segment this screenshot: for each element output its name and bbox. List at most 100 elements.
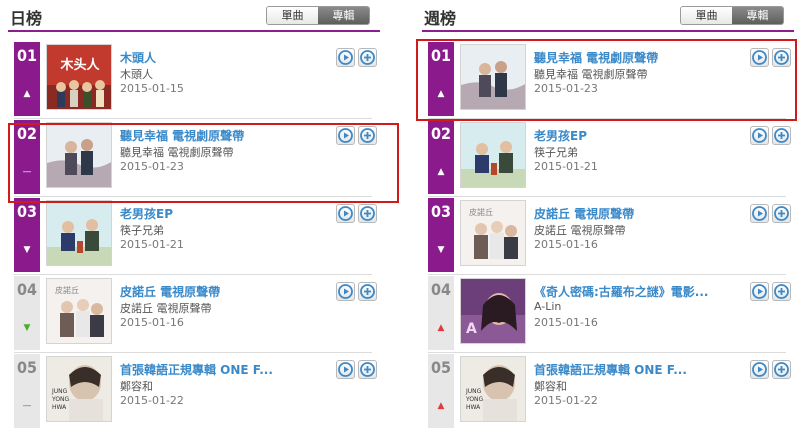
chart-row: 04 ▼ 皮諾丘 皮諾丘 電視原聲帶 皮諾丘 電視原聲帶 2015-01-16 bbox=[14, 276, 377, 350]
add-to-playlist-button[interactable] bbox=[358, 360, 377, 379]
rank-number: 01 bbox=[430, 46, 452, 65]
play-button[interactable] bbox=[336, 360, 355, 379]
album-cover[interactable]: JUNG YONG HWA bbox=[46, 356, 112, 422]
rank-number: 05 bbox=[16, 358, 38, 377]
add-to-playlist-button[interactable] bbox=[358, 48, 377, 67]
row-divider bbox=[14, 352, 372, 353]
album-title-link[interactable]: 《奇人密碼:古羅布之謎》電影... bbox=[534, 283, 744, 300]
rank-badge: 01 ▲ bbox=[428, 42, 454, 116]
album-cover[interactable] bbox=[460, 122, 526, 188]
album-cover[interactable]: JUNG YONG HWA bbox=[460, 356, 526, 422]
daily-chart-title: 日榜 bbox=[10, 9, 43, 28]
svg-text:HWA: HWA bbox=[466, 404, 481, 411]
row-divider bbox=[14, 118, 372, 119]
add-circle-icon bbox=[359, 206, 376, 221]
album-cover[interactable]: 皮諾丘 bbox=[46, 278, 112, 344]
rank-number: 03 bbox=[16, 202, 38, 221]
tab-singles[interactable]: 單曲 bbox=[267, 7, 318, 24]
play-button[interactable] bbox=[750, 204, 769, 223]
row-divider bbox=[428, 118, 786, 119]
album-title-link[interactable]: 首張韓語正規專輯 ONE F... bbox=[120, 361, 330, 378]
album-cover[interactable]: 木头人 bbox=[46, 44, 112, 110]
play-circle-icon bbox=[337, 128, 354, 143]
release-date: 2015-01-16 bbox=[534, 316, 598, 329]
weekly-chart-title: 週榜 bbox=[424, 9, 457, 28]
album-title-link[interactable]: 皮諾丘 電視原聲帶 bbox=[120, 283, 330, 300]
tab-albums[interactable]: 專輯 bbox=[732, 7, 783, 24]
rank-badge: 04 ▲ bbox=[428, 276, 454, 350]
add-circle-icon bbox=[773, 362, 790, 377]
album-cover[interactable] bbox=[46, 200, 112, 266]
chart-row: 03 ▼ 皮諾丘 皮諾丘 電視原聲帶 皮諾丘 電視原聲帶 2015-01-16 bbox=[428, 198, 791, 272]
album-cover[interactable]: A bbox=[460, 278, 526, 344]
daily-chart-panel: 日榜 單曲 專輯 01 ▲ 木头人 木頭人 木頭人 2015-01-15 02— 聽見幸福 電… bbox=[8, 0, 380, 430]
release-date: 2015-01-21 bbox=[120, 238, 184, 251]
release-date: 2015-01-16 bbox=[120, 316, 184, 329]
play-button[interactable] bbox=[336, 282, 355, 301]
rank-number: 02 bbox=[16, 124, 38, 143]
add-to-playlist-button[interactable] bbox=[772, 360, 791, 379]
chart-row: 05 — JUNG YONG HWA 首張韓語正規專輯 ONE F... 鄭容和 2015-0… bbox=[14, 354, 377, 428]
album-title-link[interactable]: 皮諾丘 電視原聲帶 bbox=[534, 205, 744, 222]
rank-number: 02 bbox=[430, 124, 452, 143]
add-to-playlist-button[interactable] bbox=[358, 282, 377, 301]
play-button[interactable] bbox=[750, 360, 769, 379]
rank-number: 04 bbox=[16, 280, 38, 299]
album-title-link[interactable]: 首張韓語正規專輯 ONE F... bbox=[534, 361, 744, 378]
svg-text:木头人: 木头人 bbox=[59, 57, 100, 73]
play-button[interactable] bbox=[336, 204, 355, 223]
play-button[interactable] bbox=[336, 48, 355, 67]
add-to-playlist-button[interactable] bbox=[772, 126, 791, 145]
chart-row: 01 ▲ 聽見幸福 電視劇原聲帶 聽見幸福 電視劇原聲帶 2015-01-23 bbox=[428, 42, 791, 116]
arrow-down-icon: ▼ bbox=[437, 245, 445, 255]
album-title-link[interactable]: 聽見幸福 電視劇原聲帶 bbox=[534, 49, 744, 66]
add-to-playlist-button[interactable] bbox=[358, 126, 377, 145]
play-button[interactable] bbox=[750, 282, 769, 301]
add-to-playlist-button[interactable] bbox=[772, 282, 791, 301]
album-title-link[interactable]: 聽見幸福 電視劇原聲帶 bbox=[120, 127, 330, 144]
release-date: 2015-01-22 bbox=[120, 394, 184, 407]
album-title-link[interactable]: 老男孩EP bbox=[534, 127, 744, 144]
add-to-playlist-button[interactable] bbox=[358, 204, 377, 223]
tab-singles[interactable]: 單曲 bbox=[681, 7, 732, 24]
artist-name: 鄭容和 bbox=[120, 380, 153, 393]
add-circle-icon bbox=[359, 128, 376, 143]
chart-row: 01 ▲ 木头人 木頭人 木頭人 2015-01-15 bbox=[14, 42, 377, 116]
add-to-playlist-button[interactable] bbox=[772, 204, 791, 223]
add-circle-icon bbox=[773, 206, 790, 221]
play-button[interactable] bbox=[336, 126, 355, 145]
svg-text:A: A bbox=[466, 321, 477, 337]
svg-text:JUNG: JUNG bbox=[51, 388, 68, 395]
rank-number: 05 bbox=[430, 358, 452, 377]
arrow-up-icon: ▲ bbox=[437, 401, 445, 411]
arrow-up-icon: ▲ bbox=[437, 323, 445, 333]
release-date: 2015-01-23 bbox=[534, 82, 598, 95]
tab-albums[interactable]: 專輯 bbox=[318, 7, 369, 24]
artist-name: A-Lin bbox=[534, 300, 562, 313]
add-circle-icon bbox=[359, 284, 376, 299]
add-circle-icon bbox=[773, 128, 790, 143]
play-circle-icon bbox=[751, 206, 768, 221]
rank-number: 04 bbox=[430, 280, 452, 299]
artist-name: 木頭人 bbox=[120, 68, 153, 81]
album-cover[interactable] bbox=[46, 122, 112, 188]
play-button[interactable] bbox=[750, 48, 769, 67]
row-divider bbox=[14, 196, 372, 197]
dash-icon: — bbox=[22, 167, 32, 177]
artist-name: 聽見幸福 電視劇原聲帶 bbox=[120, 146, 234, 159]
svg-text:HWA: HWA bbox=[52, 404, 67, 411]
play-button[interactable] bbox=[750, 126, 769, 145]
artist-name: 皮諾丘 電視原聲帶 bbox=[534, 224, 626, 237]
play-circle-icon bbox=[337, 206, 354, 221]
row-divider bbox=[428, 274, 786, 275]
chart-row: 02 ▲ 老男孩EP 筷子兄弟 2015-01-21 bbox=[428, 120, 791, 194]
row-divider bbox=[428, 352, 786, 353]
album-title-link[interactable]: 木頭人 bbox=[120, 49, 330, 66]
arrow-up-icon: ▲ bbox=[23, 89, 31, 99]
album-cover[interactable] bbox=[460, 44, 526, 110]
album-title-link[interactable]: 老男孩EP bbox=[120, 205, 330, 222]
add-to-playlist-button[interactable] bbox=[772, 48, 791, 67]
row-divider bbox=[428, 196, 786, 197]
rank-badge: 05 ▲ bbox=[428, 354, 454, 428]
album-cover[interactable]: 皮諾丘 bbox=[460, 200, 526, 266]
